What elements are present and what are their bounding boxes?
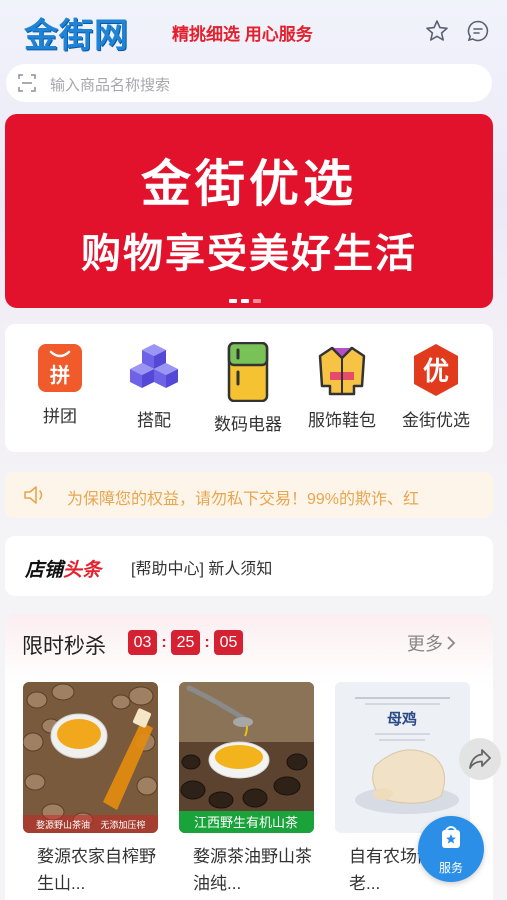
headline-text[interactable]: [帮助中心] 新人须知 <box>131 555 272 579</box>
jacket-icon <box>318 346 366 396</box>
fridge-icon <box>227 342 269 402</box>
category-digital[interactable]: 数码电器 <box>203 342 293 435</box>
group-buy-bag-icon: 拼 <box>38 344 82 392</box>
timer-seconds: 05 <box>214 630 243 655</box>
notice-bar[interactable]: 为保障您的权益，请勿私下交易！99%的欺诈、红 <box>5 472 493 518</box>
speaker-icon <box>24 486 43 504</box>
search-bar[interactable]: 输入商品名称搜索 <box>6 64 492 102</box>
banner-subtitle: 购物享受美好生活 <box>81 231 417 277</box>
category-label: 拼团 <box>43 407 77 426</box>
share-button[interactable] <box>459 738 501 780</box>
category-group-buy[interactable]: 拼 拼团 <box>15 342 105 427</box>
search-placeholder: 输入商品名称搜索 <box>50 77 171 94</box>
product-card[interactable]: 江西野生有机山茶 婺源茶油野山茶油纯... <box>179 682 314 897</box>
you-select-glyph: 优 <box>423 357 449 387</box>
category-grid: 拼 拼团 搭配 数码电器 服饰鞋包 优 金街优选 <box>5 324 493 452</box>
image-caption: 母鸡 <box>387 710 417 728</box>
category-label: 金街优选 <box>402 411 470 430</box>
banner-title: 金街优选 <box>141 155 357 213</box>
scan-icon[interactable] <box>18 74 36 92</box>
category-jinjie-select[interactable]: 优 金街优选 <box>391 342 481 431</box>
more-link[interactable]: 更多 <box>407 630 456 656</box>
product-name[interactable]: 婺源茶油野山茶油纯... <box>179 843 314 897</box>
category-label: 搭配 <box>137 411 171 430</box>
customer-service-button[interactable]: 服务 <box>418 816 484 882</box>
app-header: 金街网 精挑细选 用心服务 <box>0 0 507 58</box>
category-apparel[interactable]: 服饰鞋包 <box>297 342 387 431</box>
flash-sale-title: 限时秒杀 <box>22 635 106 658</box>
countdown-timer: 03:25:05 <box>128 630 243 655</box>
notice-text: 为保障您的权益，请勿私下交易！99%的欺诈、红 <box>67 491 420 508</box>
service-label: 服务 <box>438 861 463 875</box>
group-buy-glyph: 拼 <box>50 363 70 387</box>
more-label: 更多 <box>407 634 443 654</box>
image-caption-left: 婺源野山茶油 <box>36 819 90 831</box>
product-name[interactable]: 婺源农家自榨野生山... <box>23 843 158 897</box>
timer-minutes: 25 <box>171 630 200 655</box>
chat-bubble-icon[interactable] <box>466 19 490 43</box>
product-image[interactable]: 婺源野山茶油 无添加压榨 <box>23 682 158 833</box>
timer-hours: 03 <box>128 630 157 655</box>
tea-seeds-oil-photo: 婺源野山茶油 无添加压榨 <box>23 682 158 833</box>
site-logo[interactable]: 金街网 <box>24 8 129 57</box>
banner-dot <box>241 299 249 303</box>
banner-dot <box>229 299 237 303</box>
tea-oil-photo: 江西野生有机山茶 <box>179 682 314 833</box>
image-caption-right: 无添加压榨 <box>100 819 145 831</box>
headline-logo: 店铺头条 <box>25 555 101 582</box>
product-image[interactable]: 母鸡 <box>335 682 470 833</box>
header-slogan: 精挑细选 用心服务 <box>172 25 313 44</box>
service-bag-icon <box>442 826 460 848</box>
product-card[interactable]: 婺源野山茶油 无添加压榨 婺源农家自榨野生山... <box>23 682 158 897</box>
banner-pagination <box>229 290 265 308</box>
banner-dot <box>253 299 261 303</box>
star-icon[interactable] <box>425 19 449 43</box>
category-match[interactable]: 搭配 <box>109 342 199 431</box>
image-caption: 江西野生有机山茶 <box>194 815 298 831</box>
category-label: 数码电器 <box>214 415 282 434</box>
headline-logo-part1: 店铺 <box>25 559 64 581</box>
you-select-icon: 优 <box>414 344 458 396</box>
promo-banner[interactable]: 金街优选 购物享受美好生活 <box>5 114 493 308</box>
product-image[interactable]: 江西野生有机山茶 <box>179 682 314 833</box>
chicken-photo: 母鸡 <box>335 682 470 833</box>
chevron-right-icon <box>447 636 456 650</box>
category-label: 服饰鞋包 <box>308 411 376 430</box>
cubes-icon <box>130 344 178 388</box>
store-headline[interactable]: 店铺头条 [帮助中心] 新人须知 <box>5 536 493 596</box>
share-icon <box>469 749 491 769</box>
headline-logo-part2: 头条 <box>63 559 102 581</box>
